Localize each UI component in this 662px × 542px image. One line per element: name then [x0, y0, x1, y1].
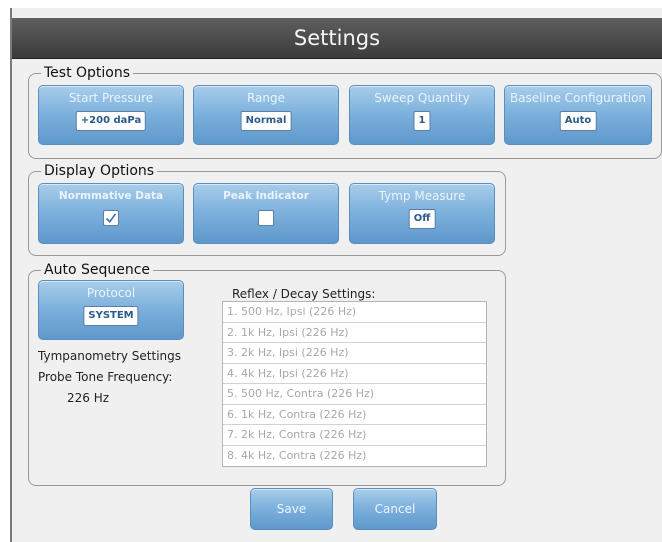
auto-sequence-legend: Auto Sequence: [41, 261, 154, 279]
start-pressure-label: Start Pressure: [68, 91, 154, 105]
normative-data-button[interactable]: Normmative Data: [38, 183, 184, 244]
checkmark-icon: [105, 213, 117, 224]
sweep-quantity-button[interactable]: Sweep Quantity 1: [349, 85, 495, 145]
sweep-quantity-value: 1: [413, 111, 431, 131]
peak-indicator-label: Peak Indicator: [223, 190, 309, 202]
reflex-decay-settings-label: Reflex / Decay Settings:: [232, 287, 376, 301]
protocol-label: Protocol: [86, 286, 136, 300]
protocol-value: SYSTEM: [83, 306, 139, 326]
reflex-decay-list[interactable]: 1. 500 Hz, Ipsi (226 Hz) 2. 1k Hz, Ipsi …: [222, 301, 487, 467]
test-options-legend: Test Options: [41, 64, 134, 82]
list-item[interactable]: 7. 2k Hz, Contra (226 Hz): [223, 425, 486, 446]
baseline-configuration-value: Auto: [559, 111, 597, 131]
range-button[interactable]: Range Normal: [193, 85, 339, 145]
cancel-button[interactable]: Cancel: [353, 488, 437, 530]
list-item[interactable]: 8. 4k Hz, Contra (226 Hz): [223, 446, 486, 467]
probe-tone-frequency-value: 226 Hz: [67, 391, 110, 405]
save-button[interactable]: Save: [250, 488, 333, 530]
display-options-legend: Display Options: [41, 162, 158, 180]
list-item[interactable]: 6. 1k Hz, Contra (226 Hz): [223, 405, 486, 425]
normative-data-label: Normmative Data: [58, 190, 164, 202]
tymp-measure-label: Tymp Measure: [378, 189, 466, 203]
list-item[interactable]: 5. 500 Hz, Contra (226 Hz): [223, 384, 486, 405]
list-item[interactable]: 1. 500 Hz, Ipsi (226 Hz): [223, 302, 486, 323]
sweep-quantity-label: Sweep Quantity: [374, 91, 470, 105]
window-title: Settings: [293, 26, 381, 50]
baseline-configuration-label: Baseline Configuration: [509, 91, 647, 105]
protocol-button[interactable]: Protocol SYSTEM: [38, 280, 184, 340]
peak-indicator-checkbox[interactable]: [258, 210, 274, 226]
list-item[interactable]: 2. 1k Hz, Ipsi (226 Hz): [223, 323, 486, 343]
start-pressure-button[interactable]: Start Pressure +200 daPa: [38, 85, 184, 145]
settings-window: Settings Test Options Start Pressure +20…: [10, 8, 662, 542]
probe-tone-frequency-label: Probe Tone Frequency:: [38, 370, 173, 384]
range-value: Normal: [240, 111, 292, 131]
baseline-configuration-button[interactable]: Baseline Configuration Auto: [504, 85, 652, 145]
tymp-measure-value: Off: [408, 209, 436, 229]
list-item[interactable]: 4. 4k Hz, Ipsi (226 Hz): [223, 364, 486, 384]
range-label: Range: [246, 91, 286, 105]
peak-indicator-button[interactable]: Peak Indicator: [193, 183, 339, 244]
title-bar: Settings: [12, 18, 662, 59]
list-item[interactable]: 3. 2k Hz, Ipsi (226 Hz): [223, 343, 486, 364]
normative-data-checkbox[interactable]: [103, 210, 119, 226]
start-pressure-value: +200 daPa: [75, 111, 147, 131]
tymp-measure-button[interactable]: Tymp Measure Off: [349, 183, 495, 244]
tympanometry-settings-label: Tympanometry Settings: [38, 349, 182, 363]
